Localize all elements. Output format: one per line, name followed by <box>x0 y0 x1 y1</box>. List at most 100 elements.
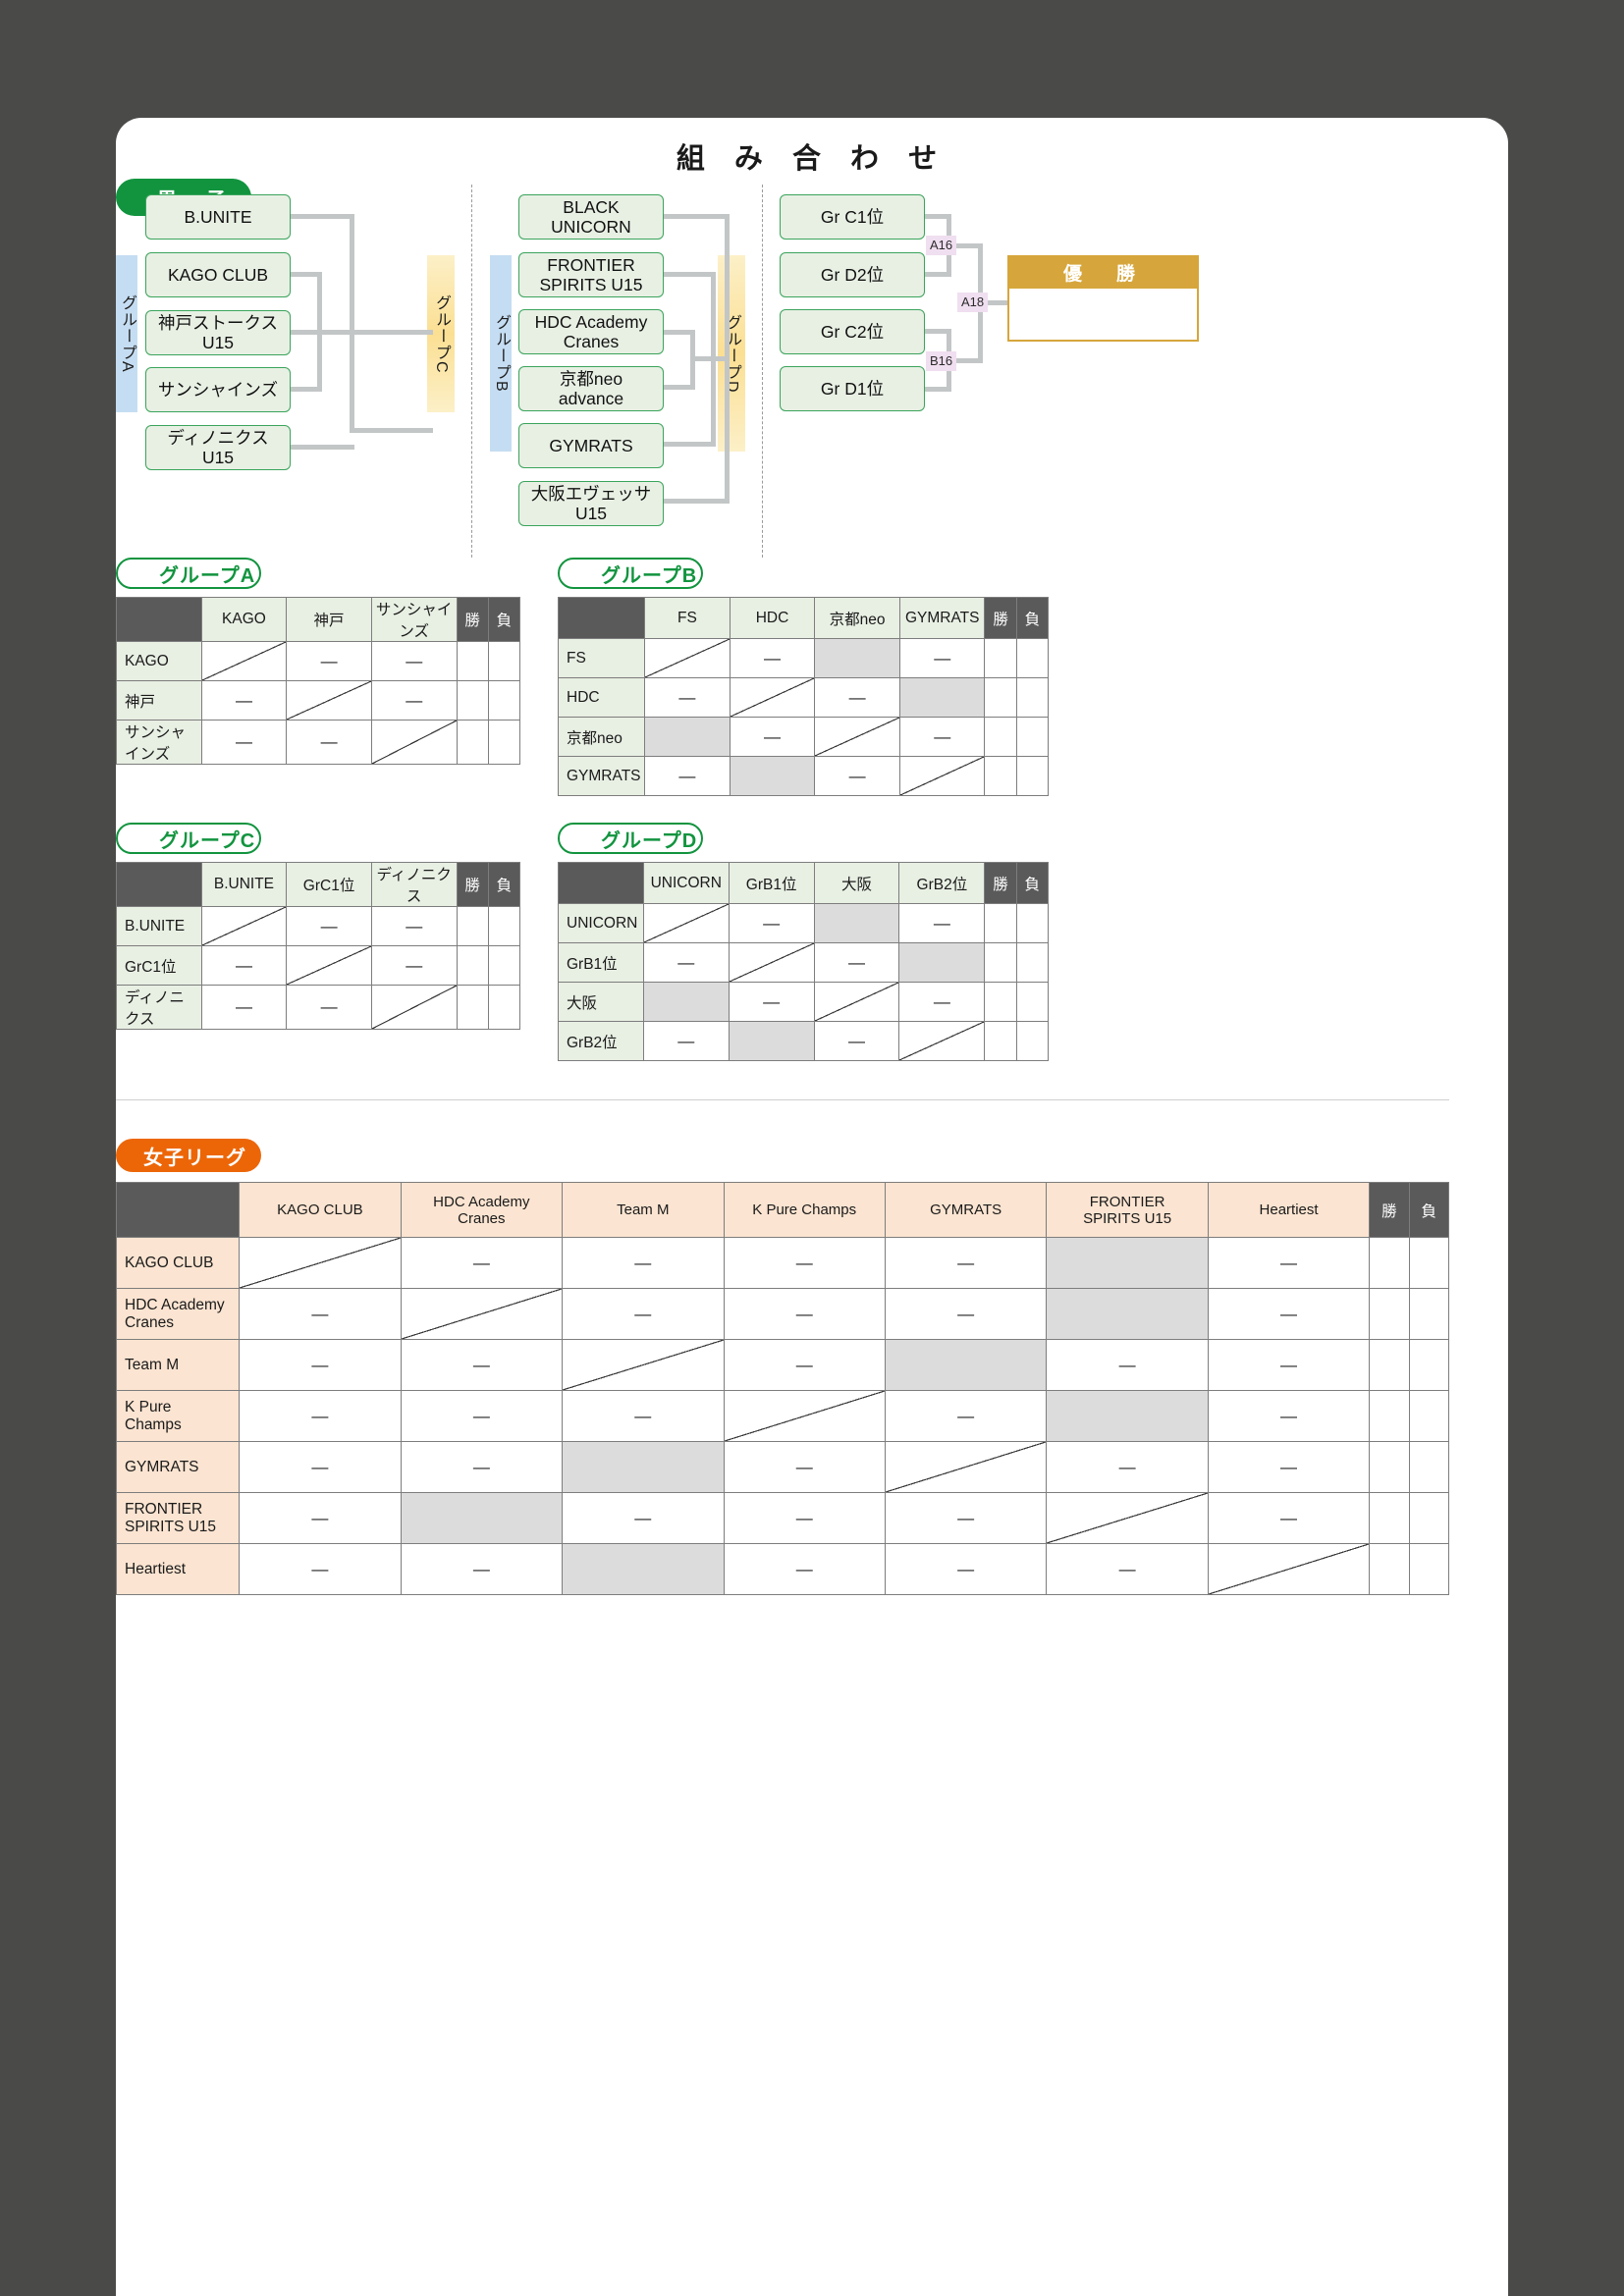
result-cell[interactable]: — <box>400 1339 564 1391</box>
result-cell[interactable]: — <box>728 903 815 943</box>
loss-cell[interactable] <box>1015 982 1050 1022</box>
loss-cell[interactable] <box>1015 638 1050 678</box>
result-cell[interactable]: — <box>884 1543 1048 1595</box>
bracket-team-box[interactable]: ディノニクス U15 <box>145 425 291 470</box>
result-cell[interactable]: — <box>1207 1492 1371 1544</box>
result-cell[interactable]: — <box>814 677 900 718</box>
win-cell[interactable] <box>1369 1339 1410 1391</box>
bracket-team-box[interactable]: GYMRATS <box>518 423 664 468</box>
result-cell[interactable]: — <box>1207 1441 1371 1493</box>
win-cell[interactable] <box>984 982 1017 1022</box>
loss-cell[interactable] <box>487 906 521 946</box>
win-cell[interactable] <box>1369 1288 1410 1340</box>
bracket-team-box[interactable]: サンシャインズ <box>145 367 291 412</box>
result-cell[interactable]: — <box>239 1288 402 1340</box>
win-cell[interactable] <box>456 720 489 765</box>
result-cell[interactable]: — <box>884 1492 1048 1544</box>
loss-cell[interactable] <box>487 985 521 1030</box>
result-cell[interactable]: — <box>898 903 986 943</box>
win-cell[interactable] <box>984 756 1017 796</box>
result-cell[interactable]: — <box>884 1288 1048 1340</box>
bracket-final-slot[interactable]: Gr D2位 <box>780 252 925 297</box>
win-cell[interactable] <box>984 942 1017 983</box>
result-cell[interactable]: — <box>400 1543 564 1595</box>
loss-cell[interactable] <box>1408 1441 1450 1493</box>
loss-cell[interactable] <box>1408 1288 1450 1340</box>
bracket-team-box[interactable]: BLACK UNICORN <box>518 194 664 240</box>
bracket-team-box[interactable]: B.UNITE <box>145 194 291 240</box>
result-cell[interactable]: — <box>562 1390 725 1442</box>
result-cell[interactable]: — <box>898 717 986 757</box>
loss-cell[interactable] <box>1408 1543 1450 1595</box>
loss-cell[interactable] <box>487 720 521 765</box>
result-cell[interactable]: — <box>1207 1339 1371 1391</box>
result-cell[interactable]: — <box>728 982 815 1022</box>
result-cell[interactable]: — <box>1046 1441 1209 1493</box>
result-cell[interactable]: — <box>723 1492 886 1544</box>
win-cell[interactable] <box>984 717 1017 757</box>
loss-cell[interactable] <box>487 945 521 986</box>
win-cell[interactable] <box>456 945 489 986</box>
result-cell[interactable]: — <box>200 720 288 765</box>
win-cell[interactable] <box>456 641 489 681</box>
win-cell[interactable] <box>984 903 1017 943</box>
win-cell[interactable] <box>1369 1492 1410 1544</box>
result-cell[interactable]: — <box>239 1339 402 1391</box>
bracket-team-box[interactable]: 京都neo advance <box>518 366 664 411</box>
result-cell[interactable]: — <box>642 942 730 983</box>
result-cell[interactable]: — <box>286 985 372 1030</box>
result-cell[interactable]: — <box>884 1237 1048 1289</box>
result-cell[interactable]: — <box>898 982 986 1022</box>
result-cell[interactable]: — <box>729 638 816 678</box>
bracket-team-box[interactable]: KAGO CLUB <box>145 252 291 297</box>
loss-cell[interactable] <box>1015 942 1050 983</box>
win-cell[interactable] <box>984 638 1017 678</box>
result-cell[interactable]: — <box>286 906 372 946</box>
result-cell[interactable]: — <box>814 756 900 796</box>
win-cell[interactable] <box>456 906 489 946</box>
win-cell[interactable] <box>1369 1441 1410 1493</box>
result-cell[interactable]: — <box>370 906 458 946</box>
result-cell[interactable]: — <box>562 1492 725 1544</box>
result-cell[interactable]: — <box>400 1441 564 1493</box>
result-cell[interactable]: — <box>239 1390 402 1442</box>
result-cell[interactable]: — <box>562 1237 725 1289</box>
result-cell[interactable]: — <box>239 1441 402 1493</box>
result-cell[interactable]: — <box>1207 1237 1371 1289</box>
bracket-team-box[interactable]: HDC Academy Cranes <box>518 309 664 354</box>
loss-cell[interactable] <box>1015 1021 1050 1061</box>
result-cell[interactable]: — <box>723 1237 886 1289</box>
loss-cell[interactable] <box>487 641 521 681</box>
result-cell[interactable]: — <box>1207 1390 1371 1442</box>
champion-slot[interactable] <box>1007 289 1199 342</box>
result-cell[interactable]: — <box>1207 1288 1371 1340</box>
loss-cell[interactable] <box>1408 1339 1450 1391</box>
result-cell[interactable]: — <box>239 1543 402 1595</box>
result-cell[interactable]: — <box>898 638 986 678</box>
result-cell[interactable]: — <box>884 1390 1048 1442</box>
loss-cell[interactable] <box>1408 1492 1450 1544</box>
result-cell[interactable]: — <box>286 720 372 765</box>
loss-cell[interactable] <box>1408 1237 1450 1289</box>
result-cell[interactable]: — <box>239 1492 402 1544</box>
result-cell[interactable]: — <box>644 756 731 796</box>
bracket-team-box[interactable]: FRONTIER SPIRITS U15 <box>518 252 664 297</box>
win-cell[interactable] <box>984 1021 1017 1061</box>
loss-cell[interactable] <box>1015 756 1050 796</box>
result-cell[interactable]: — <box>1046 1543 1209 1595</box>
result-cell[interactable]: — <box>370 680 458 721</box>
bracket-team-box[interactable]: 神戸ストークス U15 <box>145 310 291 355</box>
win-cell[interactable] <box>1369 1543 1410 1595</box>
result-cell[interactable]: — <box>400 1390 564 1442</box>
loss-cell[interactable] <box>1015 677 1050 718</box>
result-cell[interactable]: — <box>370 945 458 986</box>
result-cell[interactable]: — <box>286 641 372 681</box>
loss-cell[interactable] <box>487 680 521 721</box>
result-cell[interactable]: — <box>642 1021 730 1061</box>
win-cell[interactable] <box>984 677 1017 718</box>
result-cell[interactable]: — <box>1046 1339 1209 1391</box>
result-cell[interactable]: — <box>200 680 288 721</box>
result-cell[interactable]: — <box>723 1543 886 1595</box>
win-cell[interactable] <box>456 985 489 1030</box>
result-cell[interactable]: — <box>729 717 816 757</box>
